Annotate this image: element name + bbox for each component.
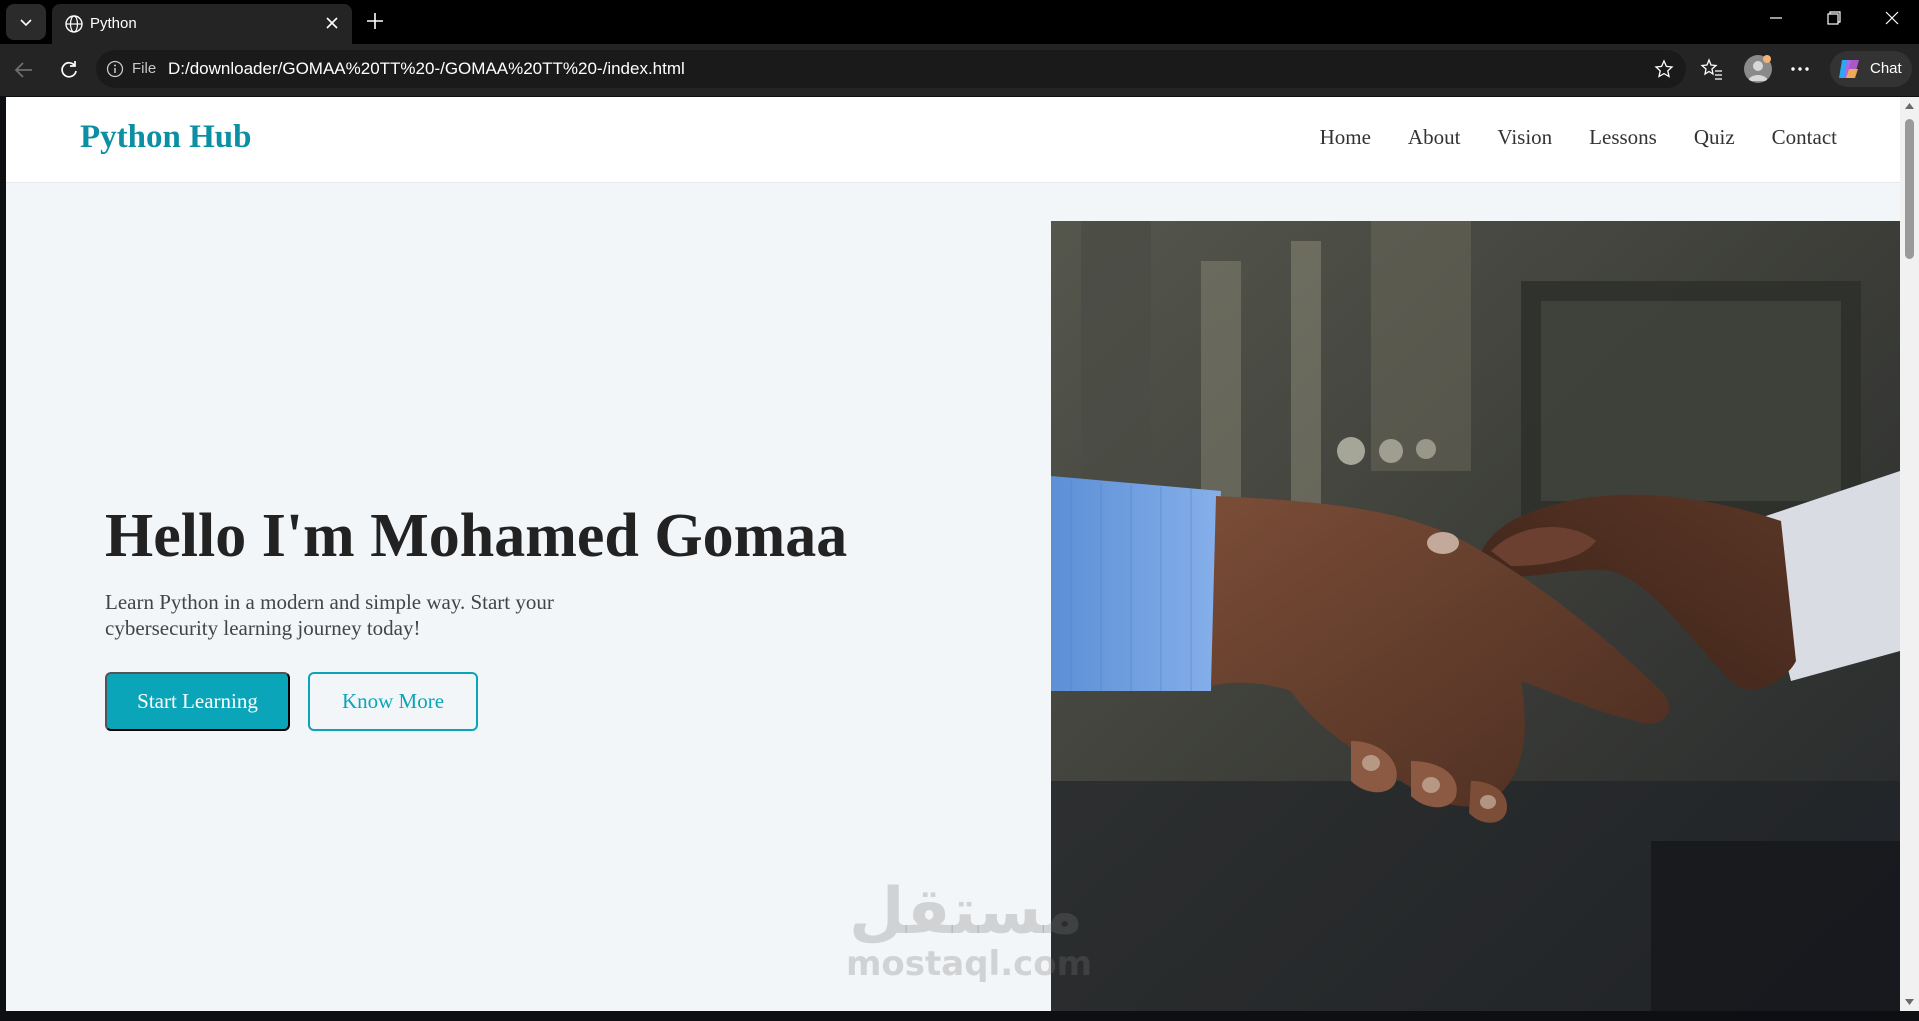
know-more-button[interactable]: Know More (308, 672, 478, 731)
nav-vision[interactable]: Vision (1497, 125, 1552, 150)
vertical-scrollbar[interactable] (1900, 97, 1919, 1011)
handshake-image (1051, 221, 1900, 1011)
favorites-icon[interactable] (1700, 57, 1724, 81)
address-bar[interactable]: File D:/downloader/GOMAA%20TT%20-/GOMAA%… (96, 50, 1686, 88)
globe-icon (65, 15, 83, 33)
site-nav: Home About Vision Lessons Quiz Contact (1320, 125, 1837, 150)
hero-title: Hello I'm Mohamed Gomaa (105, 502, 848, 570)
scroll-up-icon[interactable] (1905, 102, 1914, 110)
nav-lessons[interactable]: Lessons (1589, 125, 1657, 150)
new-tab-icon[interactable] (364, 10, 386, 32)
chevron-down-icon (20, 19, 32, 27)
more-options-icon[interactable] (1790, 66, 1810, 72)
close-window-icon[interactable] (1884, 10, 1900, 26)
scrollbar-thumb[interactable] (1905, 119, 1914, 259)
scroll-down-icon[interactable] (1905, 998, 1914, 1006)
start-learning-button[interactable]: Start Learning (105, 672, 290, 731)
file-scheme-label: File (132, 60, 157, 77)
nav-home[interactable]: Home (1320, 125, 1371, 150)
nav-about[interactable]: About (1408, 125, 1461, 150)
nav-contact[interactable]: Contact (1772, 125, 1837, 150)
watermark-logo: مستقل mostaql.com (846, 875, 1093, 984)
notification-dot (1763, 55, 1771, 63)
close-tab-icon[interactable] (324, 15, 340, 31)
url-text[interactable]: D:/downloader/GOMAA%20TT%20-/GOMAA%20TT%… (168, 59, 685, 79)
info-icon[interactable] (106, 60, 124, 78)
browser-toolbar: File D:/downloader/GOMAA%20TT%20-/GOMAA%… (0, 44, 1919, 96)
back-arrow-icon[interactable] (12, 59, 36, 81)
favorite-star-icon[interactable] (1654, 59, 1674, 79)
site-header: Python Hub Home About Vision Lessons Qui… (6, 97, 1900, 183)
tab-title: Python (90, 15, 137, 32)
watermark-arabic: مستقل (848, 875, 1084, 949)
refresh-icon[interactable] (58, 59, 80, 81)
copilot-chat-button[interactable]: Chat (1830, 51, 1912, 87)
minimize-icon[interactable] (1768, 10, 1784, 26)
copilot-icon (1839, 60, 1859, 78)
hero-subtitle: Learn Python in a modern and simple way.… (105, 590, 554, 640)
watermark-latin: mostaql.com (846, 944, 1093, 984)
handshake-illustration (1051, 221, 1900, 1011)
chat-label: Chat (1870, 60, 1902, 77)
site-logo[interactable]: Python Hub (80, 119, 251, 156)
nav-quiz[interactable]: Quiz (1694, 125, 1735, 150)
restore-icon[interactable] (1826, 10, 1842, 26)
page-viewport: Python Hub Home About Vision Lessons Qui… (6, 97, 1900, 1011)
browser-tab-bar: Python (0, 0, 1919, 44)
browser-tab[interactable]: Python (52, 4, 352, 44)
tab-list-button[interactable] (6, 4, 46, 40)
